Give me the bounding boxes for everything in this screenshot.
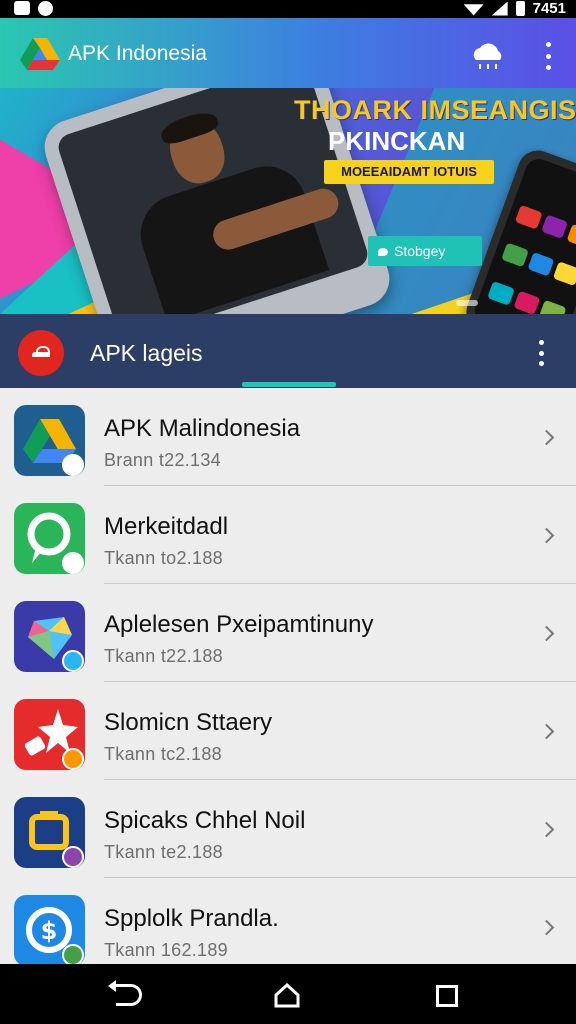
check-badge-icon	[62, 650, 84, 672]
chrome-badge-icon	[62, 454, 84, 476]
list-item[interactable]: $ Spplolk Prandla. Tkann 162.189	[0, 878, 576, 964]
app-bar: APK Indonesia	[0, 18, 576, 88]
section-title: APK lageis	[90, 340, 203, 366]
svg-text:$: $	[41, 917, 58, 945]
status-bar: 7451	[0, 0, 576, 18]
banner-page-indicator	[456, 300, 478, 306]
signal-icon	[491, 1, 508, 16]
chevron-right-icon	[538, 625, 555, 642]
home-icon[interactable]	[274, 982, 300, 1008]
chevron-right-icon	[538, 429, 555, 446]
banner-button[interactable]: Stobgey	[368, 236, 482, 266]
list-item[interactable]: Aplelesen Pxeipamtinuny Tkann t22.188	[0, 584, 576, 682]
promo-banner[interactable]: THOARK IMSEANGIS PKINCKAN MOEEAIDAMT IOT…	[0, 88, 576, 314]
app-name: Spicaks Chhel Noil	[104, 807, 306, 834]
app-name: Spplolk Prandla.	[104, 905, 279, 932]
smile-badge-icon	[62, 748, 84, 770]
wifi-icon	[463, 4, 484, 16]
chevron-right-icon	[538, 821, 555, 838]
app-title: APK Indonesia	[68, 42, 207, 65]
chevron-right-icon	[538, 919, 555, 936]
app-logo-icon	[20, 38, 60, 70]
star-badge-icon	[62, 846, 84, 868]
arrow-badge-icon	[62, 944, 84, 964]
app-name: Slomicn Sttaery	[104, 709, 273, 736]
banner-tag: MOEEAIDAMT IOTUIS	[324, 160, 494, 184]
section-lock-icon	[18, 330, 64, 376]
app-name: APK Malindonesia	[104, 415, 301, 442]
list-item[interactable]: Merkeitdadl Tkann to2.188	[0, 486, 576, 584]
app-list: APK Malindonesia Brann t22.134 Merkeitda…	[0, 388, 576, 964]
section-menu-button[interactable]	[530, 340, 552, 366]
system-nav-bar	[0, 964, 576, 1024]
banner-headline: THOARK IMSEANGIS	[294, 95, 576, 125]
section-tab-indicator	[242, 382, 336, 387]
twitter-icon	[378, 248, 388, 256]
banner-button-label: Stobgey	[394, 243, 446, 259]
app-notification-icon	[38, 1, 53, 16]
app-subtitle: Tkann t22.188	[104, 646, 223, 666]
list-item[interactable]: Slomicn Sttaery Tkann tc2.188	[0, 682, 576, 780]
banner-subheadline: PKINCKAN	[328, 126, 466, 156]
app-subtitle: Tkann te2.188	[104, 842, 223, 862]
notification-icon	[14, 1, 30, 15]
app-name: Aplelesen Pxeipamtinuny	[104, 611, 374, 638]
status-time: 7451	[532, 0, 566, 17]
back-icon[interactable]	[108, 980, 142, 1006]
list-item[interactable]: Spicaks Chhel Noil Tkann te2.188	[0, 780, 576, 878]
cloud-icon[interactable]	[468, 40, 508, 72]
overflow-menu-button[interactable]	[536, 42, 560, 70]
app-subtitle: Tkann 162.189	[104, 940, 228, 960]
recent-apps-icon[interactable]	[436, 985, 458, 1007]
pin-badge-icon	[62, 552, 84, 574]
app-subtitle: Tkann to2.188	[104, 548, 223, 568]
app-subtitle: Tkann tc2.188	[104, 744, 222, 764]
chevron-right-icon	[538, 527, 555, 544]
app-name: Merkeitdadl	[104, 513, 229, 540]
list-item[interactable]: APK Malindonesia Brann t22.134	[0, 388, 576, 486]
chevron-right-icon	[538, 723, 555, 740]
section-header: APK lageis	[0, 314, 576, 388]
app-subtitle: Brann t22.134	[104, 450, 221, 470]
battery-icon	[515, 1, 525, 16]
